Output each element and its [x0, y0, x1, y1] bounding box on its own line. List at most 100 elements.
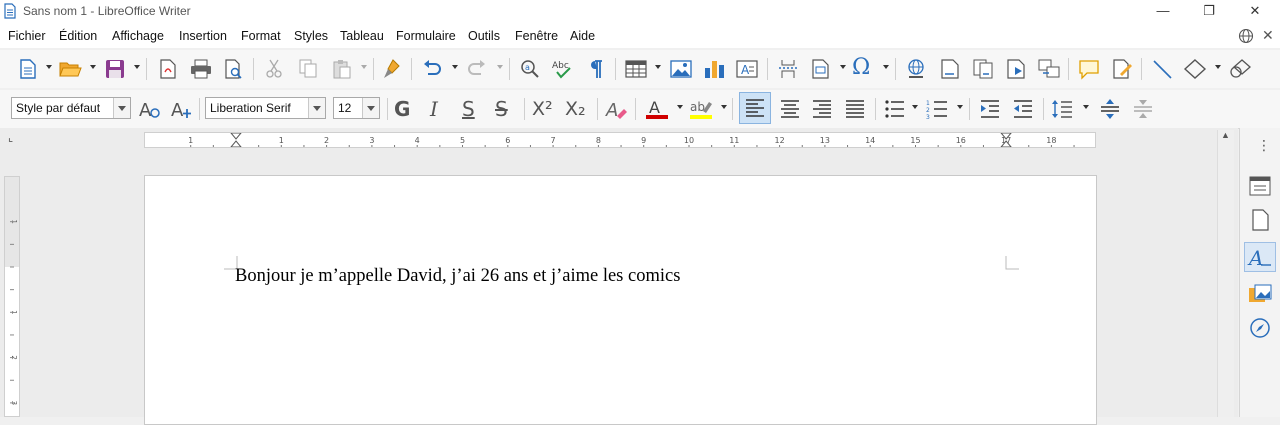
chevron-down-icon[interactable] — [840, 65, 846, 69]
insert-footnote-icon[interactable] — [938, 58, 962, 80]
paragraph-style-select[interactable]: Style par défaut — [11, 97, 131, 119]
close-document-icon[interactable]: ✕ — [1262, 27, 1274, 44]
open-folder-icon[interactable] — [58, 58, 82, 80]
spelling-icon[interactable]: Abc — [551, 58, 575, 80]
insert-endnote-icon[interactable] — [971, 58, 995, 80]
insert-page-break-icon[interactable] — [776, 58, 800, 80]
menu-aide[interactable]: Aide — [570, 29, 595, 43]
chevron-down-icon[interactable] — [1215, 65, 1221, 69]
new-document-icon[interactable] — [16, 58, 40, 80]
styles-tab[interactable]: A — [1244, 242, 1276, 272]
align-right-icon[interactable] — [810, 98, 834, 120]
justify-icon[interactable] — [843, 98, 867, 120]
font-color-icon[interactable]: A — [645, 98, 669, 120]
close-button[interactable]: ✕ — [1232, 0, 1278, 24]
insert-table-icon[interactable] — [624, 58, 648, 80]
chevron-down-icon[interactable] — [957, 105, 963, 109]
chevron-down-icon[interactable] — [497, 65, 503, 69]
export-pdf-icon[interactable] — [156, 58, 180, 80]
properties-icon[interactable] — [1246, 172, 1274, 200]
basic-shapes-icon[interactable] — [1183, 58, 1207, 80]
highlight-color-icon[interactable]: ab — [689, 98, 713, 120]
increase-paragraph-spacing-icon[interactable] — [1098, 98, 1122, 120]
strikethrough-button[interactable]: S — [495, 97, 508, 121]
insert-comment-icon[interactable] — [1077, 58, 1101, 80]
unordered-list-icon[interactable] — [883, 98, 907, 120]
menu-fenetre[interactable]: Fenêtre — [515, 29, 558, 43]
update-style-icon[interactable]: A — [138, 98, 162, 120]
formatting-marks-icon[interactable] — [583, 58, 607, 80]
menu-edition[interactable]: Édition — [59, 29, 97, 43]
clone-formatting-icon[interactable] — [381, 58, 405, 80]
chevron-down-icon[interactable] — [113, 98, 130, 118]
insert-field-icon[interactable] — [809, 58, 833, 80]
insert-image-icon[interactable] — [669, 58, 693, 80]
chevron-down-icon[interactable] — [721, 105, 727, 109]
subscript-button[interactable]: X₂ — [565, 97, 586, 121]
chevron-down-icon[interactable] — [134, 65, 140, 69]
sidebar-menu-icon[interactable]: ⋮ — [1257, 138, 1271, 152]
chevron-down-icon[interactable] — [362, 98, 379, 118]
indent-marker[interactable] — [230, 133, 242, 147]
copy-icon[interactable] — [296, 58, 320, 80]
menu-fichier[interactable]: Fichier — [8, 29, 46, 43]
menu-tableau[interactable]: Tableau — [340, 29, 384, 43]
bold-button[interactable]: G — [394, 97, 410, 121]
menu-affichage[interactable]: Affichage — [112, 29, 164, 43]
save-icon[interactable] — [103, 58, 127, 80]
chevron-down-icon[interactable] — [46, 65, 52, 69]
tab-stop-selector[interactable]: ⌞ — [8, 131, 13, 144]
line-spacing-icon[interactable] — [1050, 98, 1074, 120]
font-size-select[interactable]: 12 — [333, 97, 380, 119]
chevron-down-icon[interactable] — [677, 105, 683, 109]
insert-line-icon[interactable] — [1150, 58, 1174, 80]
underline-button[interactable]: S — [462, 97, 475, 121]
track-changes-icon[interactable] — [1110, 58, 1134, 80]
gallery-icon[interactable] — [1246, 280, 1274, 308]
horizontal-ruler[interactable]: 1123456789101112131415161718 — [144, 132, 1096, 148]
decrease-paragraph-spacing-icon[interactable] — [1131, 98, 1155, 120]
document-page[interactable] — [144, 175, 1097, 425]
italic-button[interactable]: I — [430, 97, 438, 121]
vertical-ruler[interactable]: 1123 — [4, 176, 20, 417]
chevron-down-icon[interactable] — [655, 65, 661, 69]
chevron-down-icon[interactable] — [90, 65, 96, 69]
chevron-down-icon[interactable] — [308, 98, 325, 118]
menu-insertion[interactable]: Insertion — [179, 29, 227, 43]
insert-bookmark-icon[interactable] — [1004, 58, 1028, 80]
paste-icon[interactable] — [330, 58, 354, 80]
ordered-list-icon[interactable]: 123 — [926, 98, 950, 120]
align-left-button[interactable] — [739, 92, 771, 124]
font-name-select[interactable]: Liberation Serif — [205, 97, 326, 119]
chevron-down-icon[interactable] — [883, 65, 889, 69]
menu-format[interactable]: Format — [241, 29, 281, 43]
clear-formatting-icon[interactable]: A — [604, 98, 628, 120]
print-icon[interactable] — [189, 58, 213, 80]
increase-indent-icon[interactable] — [978, 98, 1002, 120]
insert-chart-icon[interactable] — [702, 58, 726, 80]
superscript-button[interactable]: X² — [532, 97, 553, 121]
chevron-down-icon[interactable] — [452, 65, 458, 69]
align-center-icon[interactable] — [778, 98, 802, 120]
document-text[interactable]: Bonjour je m’appelle David, j’ai 26 ans … — [235, 266, 680, 287]
menu-styles[interactable]: Styles — [294, 29, 328, 43]
insert-text-box-icon[interactable]: A — [735, 58, 759, 80]
scroll-up-arrow[interactable]: ▲ — [1221, 130, 1230, 140]
globe-icon[interactable] — [1238, 28, 1254, 44]
print-preview-icon[interactable] — [222, 58, 246, 80]
redo-icon[interactable] — [465, 58, 489, 80]
find-replace-icon[interactable]: a — [518, 58, 542, 80]
insert-cross-reference-icon[interactable] — [1037, 58, 1061, 80]
menu-formulaire[interactable]: Formulaire — [396, 29, 456, 43]
page-icon[interactable] — [1246, 206, 1274, 234]
chevron-down-icon[interactable] — [361, 65, 367, 69]
vertical-scrollbar[interactable]: ▲ — [1217, 130, 1234, 417]
decrease-indent-icon[interactable] — [1011, 98, 1035, 120]
restore-button[interactable]: ❐ — [1186, 0, 1232, 24]
chevron-down-icon[interactable] — [1083, 105, 1089, 109]
insert-hyperlink-icon[interactable] — [904, 58, 928, 80]
undo-icon[interactable] — [420, 58, 444, 80]
minimize-button[interactable]: — — [1140, 0, 1186, 24]
cut-icon[interactable] — [262, 58, 286, 80]
shapes-more-icon[interactable] — [1228, 58, 1252, 80]
